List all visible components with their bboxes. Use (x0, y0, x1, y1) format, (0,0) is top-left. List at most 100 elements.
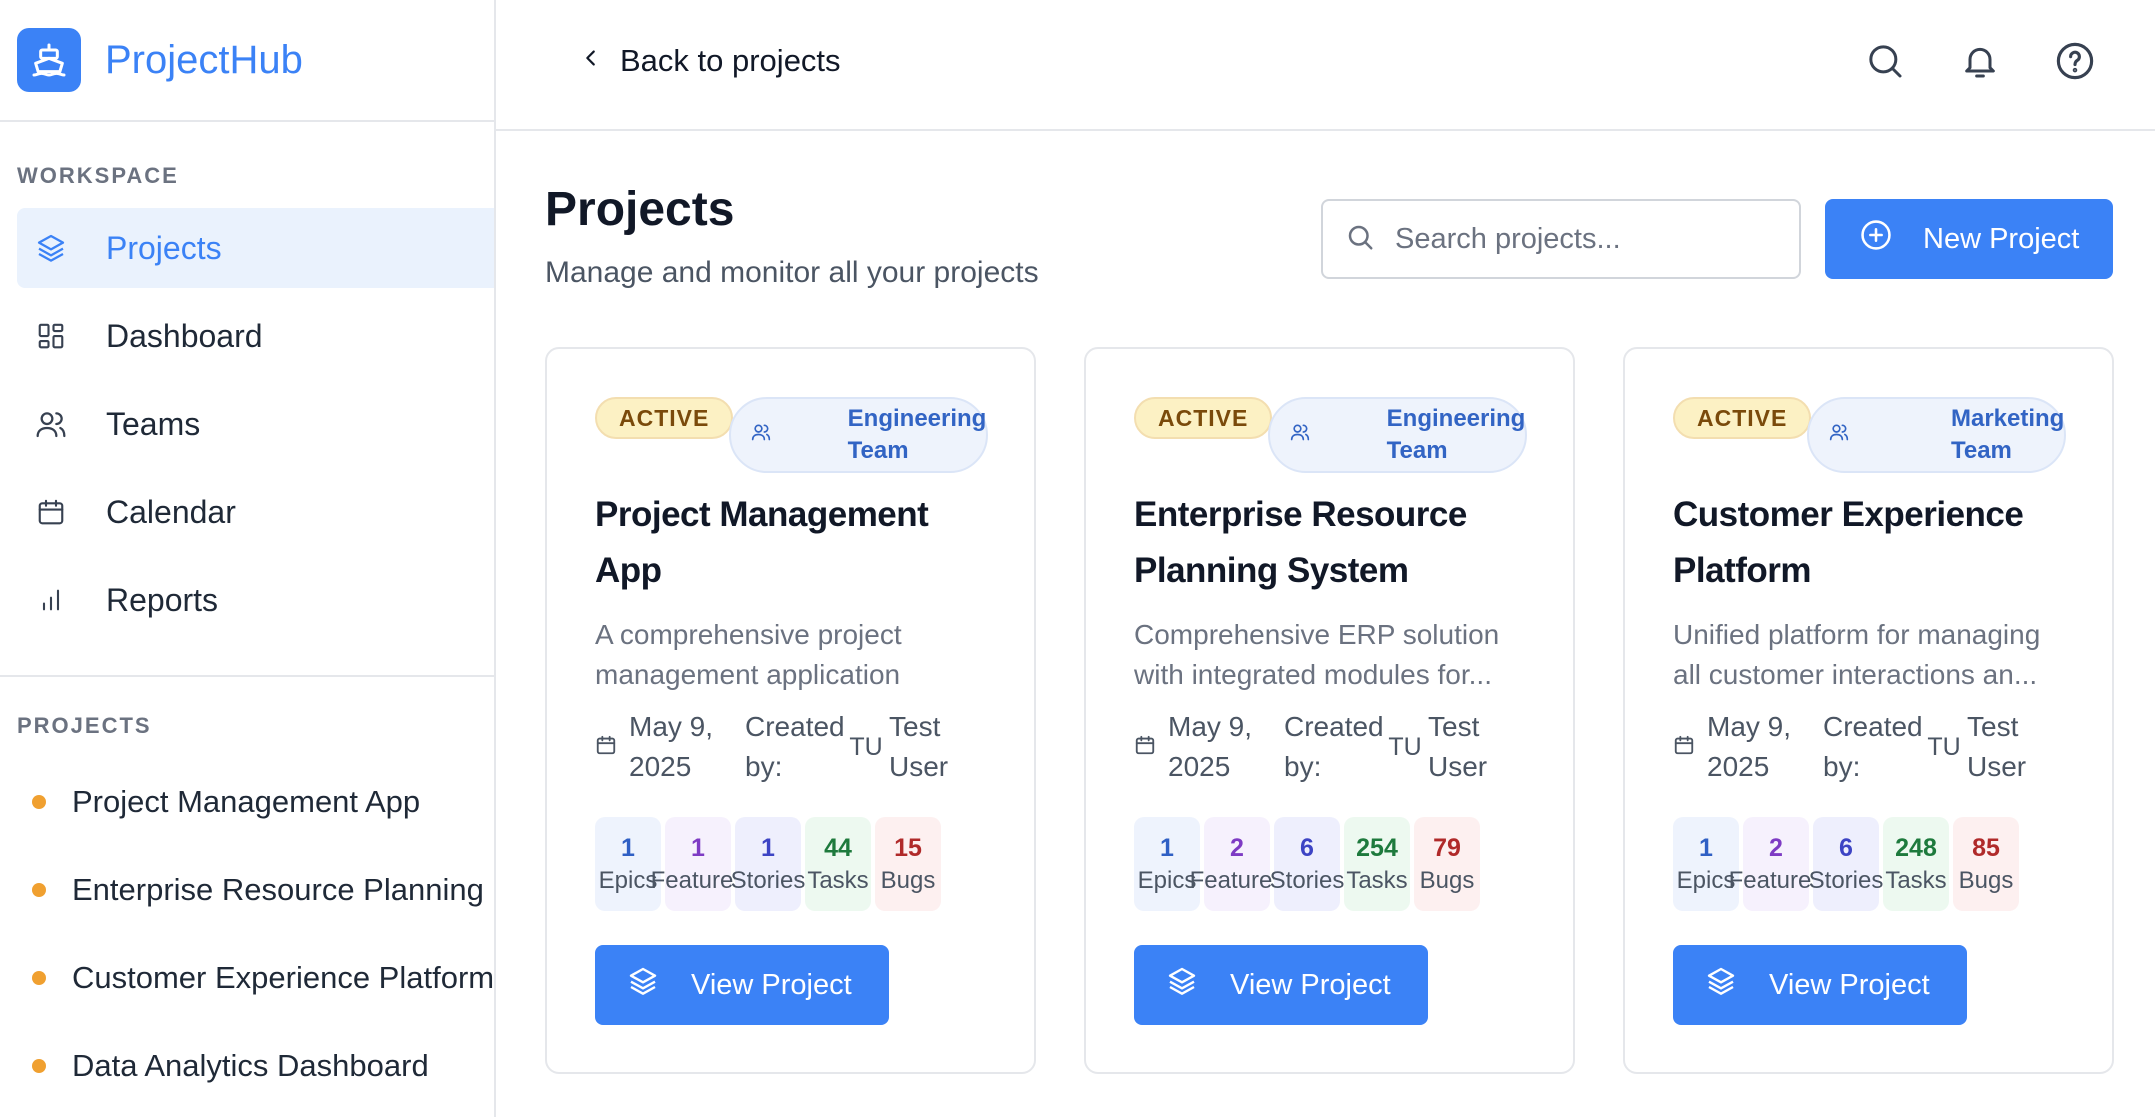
created-by-label: Created by: (1823, 711, 1923, 782)
stat-value: 248 (1895, 834, 1937, 862)
help-icon[interactable] (2052, 38, 2098, 84)
avatar: TU (1388, 733, 1422, 761)
project-title: Enterprise Resource Planning System (1134, 495, 1467, 590)
brand[interactable]: ProjectHub (0, 0, 494, 122)
stat-value: 15 (894, 834, 922, 862)
team-label: Engineering Team (847, 405, 987, 464)
nav-item-label: Projects (106, 229, 222, 266)
stat-value: 1 (621, 834, 635, 862)
nav-item-dashboard[interactable]: Dashboard (17, 296, 494, 376)
project-card: ACTIVE Marketing Team Customer Experienc… (1623, 347, 2114, 1074)
calendar-icon (1134, 727, 1156, 767)
stat-bugs: 15 Bugs (875, 817, 941, 911)
stat-value: 6 (1300, 834, 1314, 862)
stat-value: 1 (761, 834, 775, 862)
project-stats: 1 Epics 2 Features 6 Stories 248 Tasks 85 Bug… (1673, 817, 2073, 911)
plus-circle-icon (1859, 218, 1893, 260)
sidebar-project-label: Enterprise Resource Planning (72, 872, 484, 907)
project-card: ACTIVE Engineering Team Enterprise Resou… (1084, 347, 1575, 1074)
project-status-dot (32, 1059, 46, 1073)
view-project-button[interactable]: View Project (1673, 945, 1967, 1025)
nav-item-label: Calendar (106, 493, 236, 530)
workspace-section-title: WORKSPACE (17, 163, 179, 188)
stat-label: Bugs (1958, 867, 2014, 894)
calendar-icon (34, 495, 68, 529)
project-stats: 1 Epics 1 Features 1 Stories 44 Tasks 15 Bugs (595, 817, 995, 911)
project-meta: May 9, 2025 Created by: TU Test User (1134, 707, 1534, 787)
nav-item-projects[interactable]: Projects (17, 208, 494, 288)
nav-item-reports[interactable]: Reports (17, 560, 494, 640)
sidebar-project-item[interactable]: Enterprise Resource Planning (32, 846, 494, 934)
stat-label: Stories (1808, 867, 1884, 894)
search-icon[interactable] (1862, 38, 1908, 84)
stat-tasks: 44 Tasks (805, 817, 871, 911)
stat-value: 254 (1356, 834, 1398, 862)
sidebar-project-item[interactable]: Customer Experience Platform (32, 934, 494, 1022)
projects-section-title: PROJECTS (17, 713, 152, 738)
chevron-left-icon (580, 43, 602, 79)
nav-item-teams[interactable]: Teams (17, 384, 494, 464)
sidebar-project-list: Project Management App Enterprise Resour… (32, 758, 494, 1110)
stat-label: Epics (598, 867, 658, 894)
sidebar-project-item[interactable]: Data Analytics Dashboard (32, 1022, 494, 1110)
avatar: TU (849, 733, 883, 761)
stat-features: 1 Features (651, 817, 745, 911)
nav-item-calendar[interactable]: Calendar (17, 472, 494, 552)
created-by-label: Created by: (745, 711, 845, 782)
users-icon (751, 419, 835, 451)
project-meta: May 9, 2025 Created by: TU Test User (1673, 707, 2073, 787)
new-project-label: New Project (1923, 222, 2080, 255)
created-by-label: Created by: (1284, 711, 1384, 782)
status-badge: ACTIVE (595, 397, 734, 439)
sidebar-divider (0, 675, 494, 677)
calendar-icon (595, 727, 617, 767)
stat-bugs: 85 Bugs (1953, 817, 2019, 911)
stat-value: 44 (824, 834, 852, 862)
search-icon (1345, 222, 1375, 257)
stat-stories: 1 Stories (731, 817, 805, 911)
new-project-button[interactable]: New Project (1825, 199, 2113, 279)
stat-value: 2 (1230, 834, 1244, 862)
stat-label: Bugs (1419, 867, 1475, 894)
search-input[interactable] (1395, 222, 1775, 256)
bell-icon[interactable] (1957, 38, 2003, 84)
team-label: Marketing Team (1950, 405, 2065, 464)
project-card: ACTIVE Engineering Team Project Manageme… (545, 347, 1036, 1074)
view-project-button[interactable]: View Project (595, 945, 889, 1025)
stat-label: Stories (1269, 867, 1345, 894)
team-badge: Engineering Team (729, 397, 989, 473)
project-meta: May 9, 2025 Created by: TU Test User (595, 707, 995, 787)
view-project-button[interactable]: View Project (1134, 945, 1428, 1025)
project-title: Customer Experience Platform (1673, 495, 2024, 590)
layers-icon (1166, 965, 1198, 1005)
search-box[interactable] (1321, 199, 1801, 279)
stat-value: 1 (1160, 834, 1174, 862)
users-icon (1829, 419, 1939, 451)
stat-label: Epics (1137, 867, 1197, 894)
back-to-projects-link[interactable]: Back to projects (580, 40, 841, 82)
stat-value: 1 (691, 834, 705, 862)
stat-tasks: 254 Tasks (1344, 817, 1410, 911)
grid-icon (34, 319, 68, 353)
stat-value: 85 (1972, 834, 2000, 862)
sidebar-project-label: Data Analytics Dashboard (72, 1048, 429, 1083)
avatar: TU (1927, 733, 1961, 761)
stat-label: Stories (730, 867, 806, 894)
project-description: Comprehensive ERP solution with integrat… (1134, 619, 1500, 690)
project-status-dot (32, 883, 46, 897)
brand-name: ProjectHub (105, 37, 303, 82)
stat-value: 79 (1433, 834, 1461, 862)
layers-icon (34, 231, 68, 265)
back-label: Back to projects (620, 43, 841, 78)
team-badge: Engineering Team (1268, 397, 1528, 473)
status-badge: ACTIVE (1673, 397, 1812, 439)
calendar-icon (1673, 727, 1695, 767)
sidebar-project-item[interactable]: Project Management App (32, 758, 494, 846)
project-stats: 1 Epics 2 Features 6 Stories 254 Tasks 79 Bug… (1134, 817, 1534, 911)
created-date: May 9, 2025 (629, 711, 714, 782)
stat-value: 2 (1769, 834, 1783, 862)
stat-bugs: 79 Bugs (1414, 817, 1480, 911)
status-badge: ACTIVE (1134, 397, 1273, 439)
creator-name: Test User (889, 711, 949, 782)
users-icon (34, 407, 68, 441)
